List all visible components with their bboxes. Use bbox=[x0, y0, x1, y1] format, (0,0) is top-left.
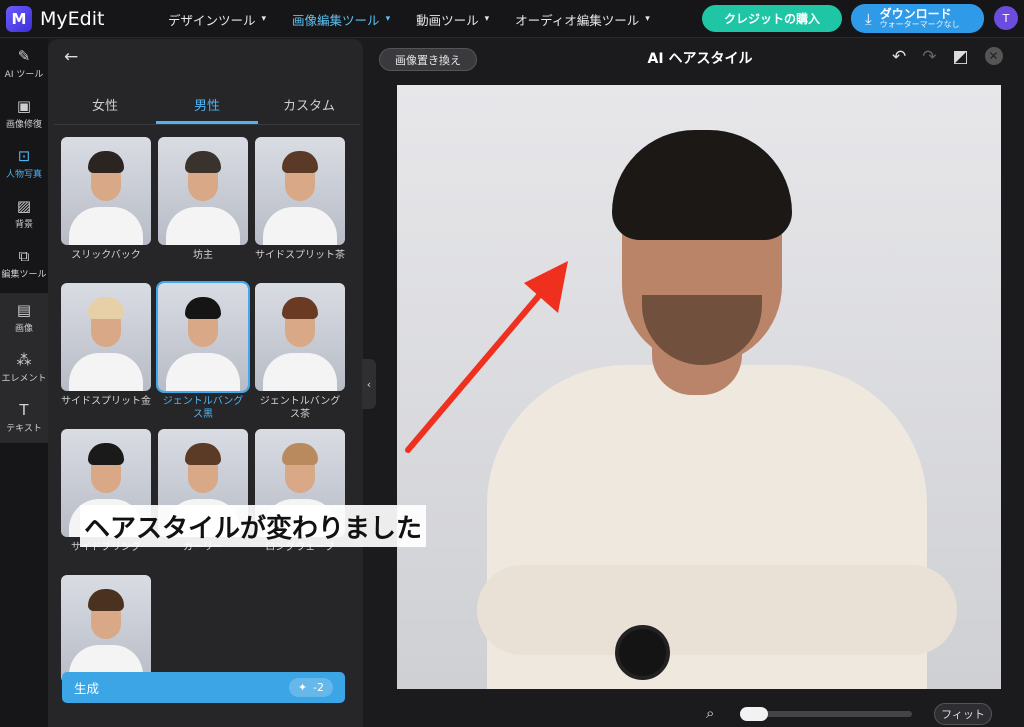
hairstyle-thumbnail bbox=[158, 137, 248, 245]
hairstyle-card[interactable]: ジェントルバングス茶 bbox=[255, 283, 345, 421]
hairstyle-label: サイドスプリット金 bbox=[61, 396, 151, 407]
top-bar: M MyEdit デザインツール ▾ 画像編集ツール ▾ 動画ツール ▾ オーディオ編集ツー… bbox=[0, 0, 1024, 38]
chevron-down-icon: ▾ bbox=[645, 14, 650, 24]
tab-2[interactable]: カスタム bbox=[258, 91, 360, 124]
hairstyle-thumbnail bbox=[255, 283, 345, 391]
nav-item-2[interactable]: 動画ツール ▾ bbox=[416, 10, 489, 29]
tool-5[interactable]: ▤ 画像 bbox=[0, 293, 48, 343]
fit-button[interactable]: フィット bbox=[934, 703, 992, 725]
tool-label: AI ツール bbox=[4, 69, 44, 80]
credit-cost-badge: ✦ -2 bbox=[288, 678, 333, 697]
buy-credits-button[interactable]: クレジットの購入 bbox=[702, 5, 842, 32]
hairstyle-card[interactable] bbox=[61, 575, 151, 687]
chevron-down-icon: ▾ bbox=[484, 14, 490, 24]
hair bbox=[612, 130, 792, 240]
tool-6[interactable]: ⁂ エレメント bbox=[0, 343, 48, 393]
tool-4[interactable]: ⧉ 編集ツール bbox=[0, 239, 48, 289]
hairstyle-label: ジェントルバングス茶 bbox=[259, 396, 341, 420]
tool-label: 人物写真 bbox=[5, 169, 42, 180]
credit-icon: ✦ bbox=[297, 681, 308, 694]
tool-0[interactable]: ✎ AI ツール bbox=[0, 39, 48, 89]
main-nav: デザインツール ▾ 画像編集ツール ▾ 動画ツール ▾ オーディオ編集ツール ▾ bbox=[168, 0, 650, 38]
chevron-left-icon: ‹ bbox=[366, 377, 372, 391]
editor-title: AI ヘアスタイル bbox=[647, 51, 753, 67]
tool-3[interactable]: ▨ 背景 bbox=[0, 189, 48, 239]
app-logo[interactable]: M MyEdit bbox=[6, 6, 104, 32]
zoom-slider-handle[interactable] bbox=[740, 707, 768, 721]
collapse-panel-button[interactable]: ‹ bbox=[362, 359, 376, 409]
generate-label: 生成 bbox=[74, 681, 100, 696]
hairstyle-card[interactable]: スリックバック bbox=[61, 137, 151, 262]
nav-item-label: デザインツール bbox=[168, 12, 256, 28]
generate-button[interactable]: 生成 ✦ -2 bbox=[62, 672, 345, 703]
hairstyle-thumbnail bbox=[255, 137, 345, 245]
image-icon: ▤ bbox=[16, 300, 32, 319]
tool-label: 画像 bbox=[14, 323, 33, 334]
chevron-down-icon: ▾ bbox=[385, 14, 391, 24]
chevron-down-icon: ▾ bbox=[261, 14, 267, 24]
close-icon[interactable]: ✕ bbox=[984, 47, 1003, 65]
nav-item-label: オーディオ編集ツール bbox=[515, 12, 640, 28]
hairstyle-label: ジェントルバングス黒 bbox=[162, 396, 244, 420]
back-arrow-icon[interactable]: ← bbox=[64, 47, 78, 67]
hairstyle-card[interactable]: サイドスプリット金 bbox=[61, 283, 151, 408]
download-sublabel: ウォーターマークなし bbox=[879, 19, 960, 29]
annotation-arrow-icon bbox=[405, 261, 568, 453]
credit-cost: -2 bbox=[313, 681, 324, 694]
magic-wand-icon: ✎ bbox=[17, 46, 31, 65]
left-toolbar: ✎ AI ツール ▣ 画像修復 ⊡ 人物写真 ▨ 背景 ⧉ 編集ツール ▤ 画像 ⁂ エレメント T テキスト bbox=[0, 39, 48, 727]
download-label: ダウンロード bbox=[879, 7, 952, 21]
app-name: MyEdit bbox=[40, 8, 105, 30]
nav-item-3[interactable]: オーディオ編集ツール ▾ bbox=[515, 10, 650, 29]
nav-item-0[interactable]: デザインツール ▾ bbox=[168, 10, 266, 29]
tool-label: テキスト bbox=[6, 423, 42, 434]
download-button[interactable]: ⤓ ダウンロード ウォーターマークなし bbox=[851, 4, 984, 33]
hairstyle-card[interactable]: サイドスプリット茶 bbox=[255, 137, 345, 262]
hairstyle-label: サイドスプリット茶 bbox=[255, 250, 345, 261]
hairstyle-thumbnail bbox=[61, 137, 151, 245]
hairstyle-label: 坊主 bbox=[193, 250, 213, 261]
nav-item-label: 動画ツール bbox=[416, 12, 479, 28]
edit-tools-icon: ⧉ bbox=[18, 246, 30, 265]
tool-7[interactable]: T テキスト bbox=[0, 393, 48, 443]
tool-2[interactable]: ⊡ 人物写真 bbox=[0, 139, 48, 189]
tool-label: エレメント bbox=[1, 373, 47, 384]
tab-0[interactable]: 女性 bbox=[54, 91, 156, 124]
portrait-icon: ⊡ bbox=[17, 146, 31, 165]
text-icon: T bbox=[19, 400, 29, 419]
elements-icon: ⁂ bbox=[16, 350, 32, 369]
image-repair-icon: ▣ bbox=[16, 96, 32, 115]
compare-icon[interactable]: ◩ bbox=[953, 47, 969, 67]
editor-actions: ↶ ↷ ◩ ✕ bbox=[892, 47, 1003, 67]
crossed-arms bbox=[477, 565, 957, 655]
zoom-slider[interactable] bbox=[740, 707, 912, 721]
hairstyle-thumbnail bbox=[61, 575, 151, 683]
hairstyle-panel: ← 女性 男性 カスタム スリックバック 坊主 サイドスプリット茶 サイドスプリット金 ジェ… bbox=[48, 39, 409, 727]
hairstyle-label: スリックバック bbox=[71, 250, 141, 261]
replace-image-button[interactable]: 画像置き換え bbox=[379, 48, 477, 71]
hairstyle-thumbnail bbox=[156, 281, 250, 393]
zoom-icon[interactable]: ⌕ bbox=[706, 704, 714, 722]
caption-overlay: ヘアスタイルが変わりました bbox=[80, 505, 427, 547]
download-icon: ⤓ bbox=[865, 9, 872, 28]
undo-icon[interactable]: ↶ bbox=[892, 47, 906, 67]
wristwatch bbox=[615, 625, 670, 680]
tool-label: 編集ツール bbox=[1, 269, 47, 280]
background-icon: ▨ bbox=[16, 196, 32, 215]
gender-tabs: 女性 男性 カスタム bbox=[54, 91, 360, 125]
hairstyle-thumbnail bbox=[61, 283, 151, 391]
redo-icon[interactable]: ↷ bbox=[922, 47, 936, 67]
tab-1[interactable]: 男性 bbox=[156, 91, 258, 124]
hairstyle-card[interactable]: ジェントルバングス黒 bbox=[156, 281, 250, 421]
user-avatar[interactable]: T bbox=[994, 6, 1018, 30]
tool-label: 背景 bbox=[14, 219, 33, 230]
myedit-logo-icon: M bbox=[6, 6, 32, 32]
insert-tool-group: ▤ 画像 ⁂ エレメント T テキスト bbox=[0, 293, 48, 443]
nav-item-label: 画像編集ツール bbox=[292, 12, 380, 28]
tool-label: 画像修復 bbox=[5, 119, 42, 130]
nav-item-1[interactable]: 画像編集ツール ▾ bbox=[292, 10, 390, 29]
hairstyle-card[interactable]: 坊主 bbox=[158, 137, 248, 262]
tool-1[interactable]: ▣ 画像修復 bbox=[0, 89, 48, 139]
